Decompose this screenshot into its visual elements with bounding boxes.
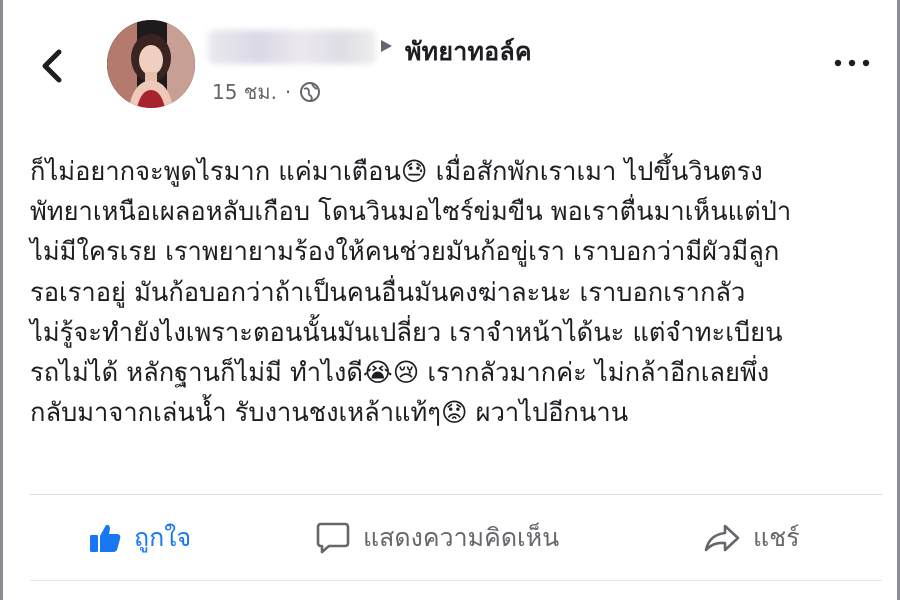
comment-button[interactable]: แสดงความคิดเห็น [315,508,559,568]
author-name-blurred [208,30,376,64]
post-text-line: ไม่มีใครเรย เราพยายามร้องให้คนช่วยมันก้อ… [30,237,780,268]
post-text-line: ไม่รู้จะทำยังไงเพราะตอนนั้นมันเปลี่ยว เร… [30,317,783,348]
like-button[interactable]: ถูกใจ [88,508,191,568]
group-name-link[interactable]: พัทยาทอล์ค [405,32,532,72]
post-header: พัทยาทอล์ค 15 ชม. · [0,0,900,130]
share-to-arrow-icon [378,37,396,55]
share-button[interactable]: แชร์ [703,508,800,568]
globe-icon[interactable] [299,81,321,103]
post-actions-bar: ถูกใจ แสดงความคิดเห็น แชร์ [30,508,882,568]
meta-separator: · [284,80,292,104]
comment-label: แสดงความคิดเห็น [363,523,560,552]
bottom-divider [30,580,882,581]
post-timestamp[interactable]: 15 ชม. [212,76,277,108]
post-text-line: รอเราอยู่ มันก้อบอกว่าถ้าเป็นคนอื่นมันคง… [30,277,746,308]
avatar[interactable] [107,20,195,108]
chevron-left-icon [42,49,62,83]
post-text-line: รถไม่ได้ หลักฐานก็ไม่มี ทำไงดี😭😢 เรากลัว… [30,358,770,389]
actions-divider [30,494,882,495]
share-arrow-icon [704,524,740,552]
profile-photo [107,20,195,108]
more-dots-icon [834,59,870,67]
more-options-button[interactable] [830,48,874,78]
post-text-line: พัทยาเหนือเผลอหลับเกือบ โดนวินมอไซร์ข่มข… [30,197,792,228]
thumbs-up-icon [90,524,121,552]
post-text-line: กลับมาจากเล่นน้ำ รับงานชงเหล้าแท้ๆ😟 ผวาไ… [30,398,629,429]
post-text-line: ก็ไม่อยากจะพูดไรมาก แค่มาเตือน😓 เมื่อสัก… [30,157,763,187]
comment-bubble-icon [316,522,350,554]
back-button[interactable] [30,42,74,90]
post-body: ก็ไม่อยากจะพูดไรมาก แค่มาเตือน😓 เมื่อสัก… [30,152,880,433]
post-meta: 15 ชม. · [212,76,321,108]
like-label: ถูกใจ [134,523,192,552]
share-label: แชร์ [753,523,800,552]
